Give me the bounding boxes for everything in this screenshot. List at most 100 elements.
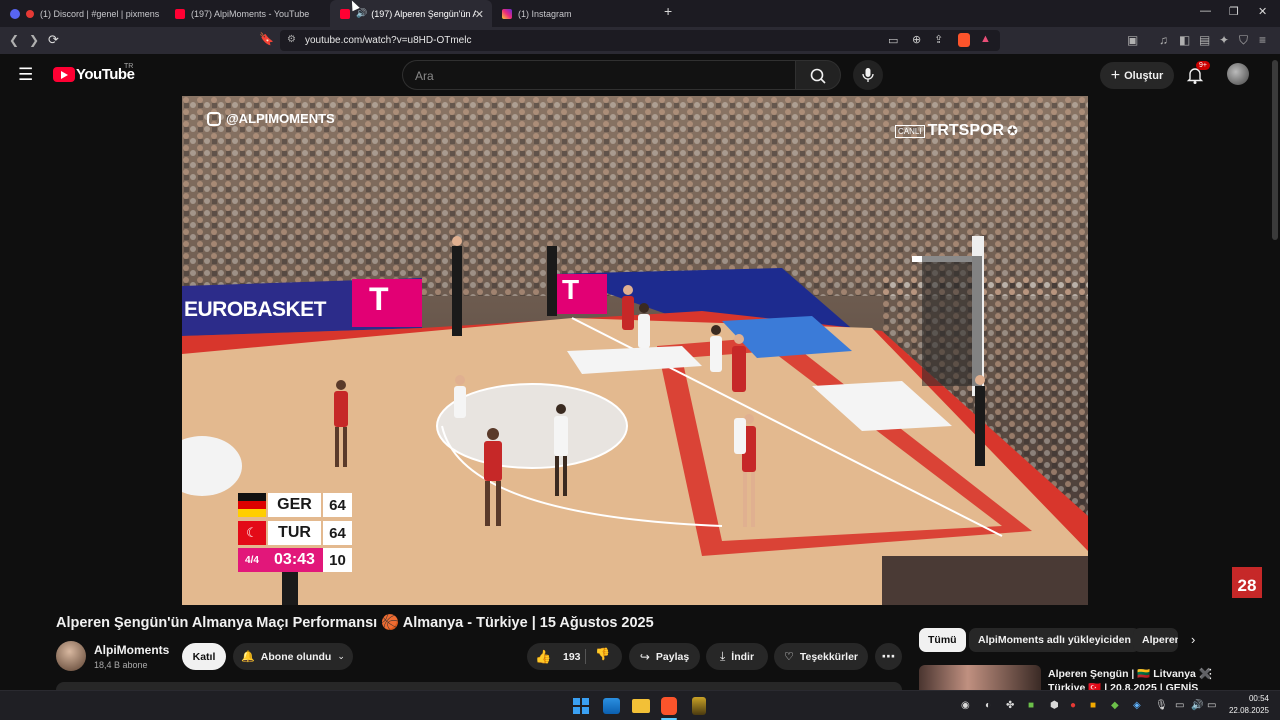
close-window-icon[interactable]: ✕ — [1258, 5, 1267, 18]
avatar[interactable] — [1227, 63, 1249, 85]
like-count[interactable]: 193 — [563, 651, 581, 663]
hamburger-menu-icon[interactable]: ☰ — [18, 65, 33, 85]
recommendation-title-line2[interactable]: Türkiye 🇹🇷 | 20.8.2025 | GENİŞ — [1048, 681, 1198, 690]
tab-close-icon[interactable]: ✕ — [475, 8, 484, 21]
photos-app-icon[interactable] — [603, 698, 620, 714]
share-button[interactable]: ↪ Paylaş — [629, 643, 700, 670]
volume-icon[interactable]: 🔊 — [1191, 700, 1203, 711]
recording-icon — [26, 9, 34, 18]
restore-icon[interactable]: ❐ — [1229, 5, 1239, 18]
chevron-down-icon: ⌄ — [337, 651, 345, 661]
channel-corner-badge: 28 — [1232, 567, 1262, 598]
start-menu-icon[interactable] — [573, 698, 589, 714]
page-scrollbar[interactable] — [1272, 60, 1278, 240]
tray-app-icon[interactable]: ◈ — [1133, 700, 1141, 711]
site-settings-icon[interactable]: ⚙ — [287, 34, 296, 45]
battery-icon[interactable]: ▭ — [1207, 700, 1216, 711]
tab-instagram[interactable]: (1) Instagram — [492, 0, 657, 27]
create-label: Oluştur — [1124, 69, 1164, 82]
menu-icon[interactable]: ≡ — [1259, 33, 1266, 47]
share-icon[interactable]: ⇪ — [934, 33, 943, 46]
clock-date[interactable]: 22.08.2025 — [1225, 706, 1269, 715]
search-button[interactable] — [795, 60, 841, 90]
youtube-logo-icon[interactable] — [53, 67, 75, 82]
rewards-icon[interactable]: ▲ — [980, 33, 991, 45]
wallet-icon[interactable]: ▣ — [1127, 33, 1138, 47]
zoom-icon[interactable]: ⊕ — [912, 33, 921, 46]
plus-icon: + — [1110, 66, 1121, 84]
brave-browser-icon[interactable] — [661, 697, 677, 715]
tab-youtube-channel[interactable]: (197) AlpiMoments - YouTube — [165, 0, 330, 27]
search-icon — [810, 68, 826, 84]
file-explorer-icon[interactable] — [632, 699, 650, 713]
recommendation-more-icon[interactable]: ⋮ — [1204, 666, 1217, 682]
subscribed-button[interactable]: 🔔 Abone olundu ⌄ — [233, 643, 353, 670]
tray-app-icon[interactable]: ● — [1070, 700, 1076, 711]
chevron-right-icon[interactable]: › — [1191, 632, 1195, 647]
country-code: TR — [124, 63, 134, 70]
chip-alperen[interactable]: Alperen — [1133, 628, 1178, 652]
tray-app-icon[interactable]: ◐ — [985, 700, 991, 711]
search-input[interactable]: Ara — [402, 60, 795, 90]
subscribed-label: Abone olundu — [260, 650, 332, 663]
microphone-icon — [862, 68, 874, 82]
more-actions-button[interactable]: ⋯ — [875, 643, 902, 670]
tray-app-icon[interactable]: ■ — [1090, 700, 1096, 711]
sidebar-icon[interactable]: ◧ — [1179, 33, 1190, 47]
back-icon[interactable]: ❮ — [9, 33, 19, 47]
instagram-icon — [502, 8, 512, 19]
live-badge: CANLI — [895, 124, 925, 138]
recommendation-thumbnail[interactable] — [919, 665, 1041, 690]
like-icon[interactable]: 👍 — [535, 649, 555, 665]
join-button[interactable]: Katıl — [182, 643, 226, 670]
address-bar[interactable]: ⚙ youtube.com/watch?v=u8HD-OTmelc ▭ ⊕ ⇪ … — [280, 30, 1000, 51]
wallet-extension-icon[interactable]: ▤ — [1199, 33, 1210, 47]
bookmark-icon[interactable]: 🔖 — [259, 32, 274, 46]
description-box[interactable] — [56, 682, 902, 690]
chip-from-uploader[interactable]: AlpiMoments adlı yükleyiciden — [969, 628, 1140, 652]
minimize-icon[interactable]: — — [1200, 5, 1211, 17]
chip-all[interactable]: Tümü — [919, 628, 966, 652]
network-icon[interactable]: ▭ — [1175, 700, 1184, 711]
new-tab-icon[interactable]: + — [664, 3, 672, 19]
dislike-icon[interactable]: 👎 — [595, 647, 610, 661]
tray-app-icon[interactable]: ◉ — [961, 700, 970, 711]
quarter: 4/4 — [238, 548, 266, 572]
download-icon: ⤓ — [719, 649, 726, 663]
notification-badge: 9+ — [1196, 61, 1210, 70]
tray-app-icon[interactable]: ✤ — [1006, 700, 1014, 711]
tray-app-icon[interactable]: ⬢ — [1050, 700, 1059, 711]
thanks-button[interactable]: ♡ Teşekkürler — [774, 643, 868, 670]
scoreboard: GER 64 ☾ TUR 64 4/4 03:43 10 — [238, 493, 352, 572]
channel-avatar[interactable] — [56, 641, 86, 671]
shot-clock: 10 — [323, 548, 352, 572]
like-dislike-group: 👍 193 👎 — [527, 643, 622, 670]
bell-icon: 🔔 — [241, 651, 255, 663]
like-divider — [585, 649, 586, 664]
recommendation-title[interactable]: Alperen Şengün | 🇱🇹 Litvanya ✖️ — [1048, 667, 1212, 680]
video-title: Alperen Şengün'ün Almanya Maçı Performan… — [56, 615, 654, 631]
channel-name[interactable]: AlpiMoments — [94, 643, 169, 657]
scoreboard-clock-row: 4/4 03:43 10 — [238, 548, 352, 572]
reload-icon[interactable]: ⟳ — [48, 32, 59, 48]
url-text: youtube.com/watch?v=u8HD-OTmelc — [305, 35, 472, 46]
reader-mode-icon[interactable]: ▭ — [888, 34, 898, 47]
vpn-icon[interactable]: ⛉ — [1239, 33, 1248, 48]
tray-app-icon[interactable]: ■ — [1028, 700, 1034, 711]
clock-time[interactable]: 00:54 — [1229, 694, 1269, 703]
create-button[interactable]: + Oluştur — [1100, 62, 1174, 89]
app-icon[interactable] — [692, 697, 706, 715]
tray-app-icon[interactable]: ◆ — [1111, 700, 1119, 711]
leo-ai-icon[interactable]: ✦ — [1219, 33, 1229, 47]
brave-shields-icon[interactable] — [958, 33, 970, 47]
voice-search-button[interactable] — [853, 60, 883, 90]
download-button[interactable]: ⤓ İndir — [706, 643, 768, 670]
tab-discord[interactable]: (1) Discord | #genel | pixmens — [0, 0, 165, 27]
turkey-flag-icon: ☾ — [238, 521, 266, 545]
microphone-tray-icon[interactable]: 🎙 — [1155, 700, 1168, 711]
forward-icon[interactable]: ❯ — [29, 33, 39, 47]
video-player[interactable]: @ALPIMOMENTS CANLI TRTSPOR ✪ EUROBASKET … — [182, 96, 1088, 605]
media-icon[interactable]: ♫ — [1159, 33, 1168, 47]
tab-label: (197) AlpiMoments - YouTube — [191, 8, 310, 19]
notifications-button[interactable]: 9+ — [1184, 61, 1210, 86]
